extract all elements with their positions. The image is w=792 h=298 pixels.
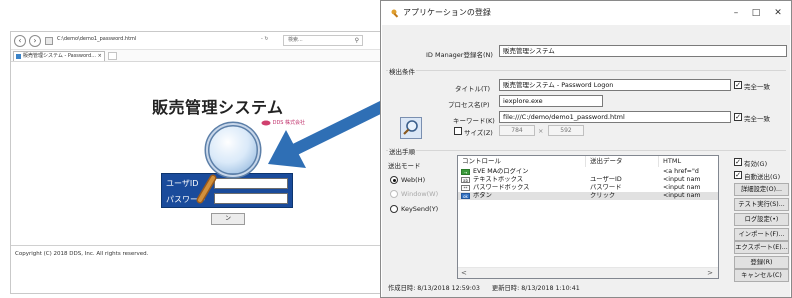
- list-row[interactable]: ** パスワードボックス パスワード <input nam: [458, 184, 718, 192]
- dialog-title: アプリケーションの登録: [403, 8, 491, 17]
- row-data: パスワード: [590, 184, 622, 191]
- procedure-group-title: 送出手順: [388, 146, 416, 156]
- mode-window-label: Window(W): [401, 190, 439, 198]
- browser-tab[interactable]: 販売管理システム - Password... ×: [13, 51, 105, 61]
- horizontal-scrollbar[interactable]: < >: [458, 267, 718, 278]
- button-icon: ok: [461, 193, 470, 199]
- title-exact-match-label: 完全一致: [744, 83, 770, 91]
- auto-send-label: 自動送出(G): [744, 173, 781, 181]
- forward-icon[interactable]: ›: [29, 35, 41, 47]
- page-footer: Copyright (C) 2018 DDS, Inc. All rights …: [11, 245, 381, 257]
- tab-close-icon[interactable]: ×: [98, 53, 102, 59]
- mode-keysend-label: KeySend(Y): [401, 205, 439, 213]
- column-header-data[interactable]: 送出データ: [586, 156, 659, 167]
- row-control: ボタン: [473, 192, 492, 199]
- export-button[interactable]: エクスポート(E)...: [734, 241, 789, 254]
- enabled-checkbox[interactable]: ✓: [734, 158, 742, 166]
- keyword-field[interactable]: file:///C:/demo/demo1_password.html: [499, 111, 731, 123]
- process-field[interactable]: iexplore.exe: [499, 95, 603, 107]
- title-exact-match-checkbox[interactable]: ✓: [734, 81, 742, 89]
- list-row[interactable]: ab テキストボックス ユーザーID <input nam: [458, 176, 718, 184]
- mode-web-label: Web(H): [401, 176, 426, 184]
- row-control: パスワードボックス: [473, 184, 530, 191]
- detection-group-title: 検出条件: [388, 66, 416, 76]
- test-run-button[interactable]: テスト実行(S)...: [734, 198, 789, 211]
- column-header-control[interactable]: コントロール: [458, 156, 586, 167]
- search-icon[interactable]: ⚲: [355, 36, 359, 45]
- password-box-icon: **: [461, 185, 470, 191]
- dialog-titlebar: アプリケーションの登録 – □ ✕: [381, 1, 791, 25]
- column-header-html[interactable]: HTML: [659, 156, 718, 167]
- import-button[interactable]: インポート(F)...: [734, 228, 789, 241]
- magnifier-icon: [196, 121, 262, 204]
- keyword-exact-match-label: 完全一致: [744, 115, 770, 123]
- row-data: ユーザーID: [590, 176, 622, 183]
- title-field[interactable]: 販売管理システム - Password Logon: [499, 79, 731, 91]
- magnifier-pick-icon: [403, 120, 418, 135]
- search-input[interactable]: 検索... ⚲: [283, 35, 363, 46]
- search-placeholder: 検索...: [288, 37, 303, 43]
- size-checkbox[interactable]: [454, 127, 462, 135]
- mode-window-radio[interactable]: [390, 190, 398, 198]
- status-bar: 作成日時: 8/13/2018 12:59:03 更新日時: 8/13/2018…: [388, 283, 580, 292]
- browser-toolbar: ‹ › C:\demo\demo1_password.html - ↻ 検索..…: [11, 32, 381, 50]
- link-icon: →: [461, 169, 470, 175]
- keyword-label: キーワード(K): [453, 117, 495, 125]
- row-html: <input nam: [663, 184, 701, 191]
- ie-icon: [16, 54, 21, 59]
- textbox-icon: ab: [461, 177, 470, 183]
- log-settings-button[interactable]: ログ設定(•): [734, 213, 789, 226]
- minimize-button[interactable]: –: [725, 4, 747, 22]
- detection-separator: [386, 70, 786, 71]
- maximize-button[interactable]: □: [745, 4, 767, 22]
- row-control: テキストボックス: [473, 176, 523, 183]
- title-label: タイトル(T): [455, 85, 491, 93]
- send-mode-label: 送出モード: [388, 162, 421, 170]
- browser-tab-bar: 販売管理システム - Password... ×: [11, 50, 381, 62]
- row-html: <input nam: [663, 176, 701, 183]
- app-key-icon: [391, 9, 399, 18]
- cancel-button[interactable]: キャンセル(C): [734, 269, 789, 282]
- row-html: <input nam: [663, 192, 701, 199]
- row-control: EVE MAのログイン: [473, 168, 529, 175]
- row-html: <a href="d: [663, 168, 699, 175]
- scroll-right-icon[interactable]: >: [707, 269, 713, 277]
- register-application-dialog: アプリケーションの登録 – □ ✕ ID Manager登録名(N) 販売管理シ…: [380, 0, 792, 298]
- login-button[interactable]: ン: [211, 213, 245, 225]
- browser-tab-title: 販売管理システム - Password...: [23, 53, 96, 59]
- size-label: サイズ(Z): [464, 129, 493, 137]
- detail-settings-button[interactable]: 詳細設定(O)...: [734, 183, 789, 196]
- registration-name-field[interactable]: 販売管理システム: [499, 45, 787, 57]
- size-height-field[interactable]: 592: [548, 125, 584, 136]
- page-icon: [45, 37, 53, 45]
- size-width-field[interactable]: 784: [499, 125, 535, 136]
- procedure-list[interactable]: コントロール 送出データ HTML → EVE MAのログイン <a href=…: [457, 155, 719, 279]
- updated-timestamp: 更新日時: 8/13/2018 1:10:41: [491, 285, 580, 292]
- list-row-selected[interactable]: ok ボタン クリック <input nam: [458, 192, 718, 200]
- mode-keysend-radio[interactable]: [390, 205, 398, 213]
- enabled-label: 有効(G): [744, 160, 768, 168]
- register-button[interactable]: 登録(R): [734, 256, 789, 269]
- auto-send-checkbox[interactable]: ✓: [734, 171, 742, 179]
- user-id-label: ユーザID: [166, 179, 199, 188]
- size-separator: ×: [538, 127, 544, 135]
- window-picker-button[interactable]: [400, 117, 422, 139]
- process-label: プロセス名(P): [448, 101, 490, 109]
- back-icon[interactable]: ‹: [14, 35, 26, 47]
- created-timestamp: 作成日時: 8/13/2018 12:59:03: [388, 285, 480, 292]
- procedure-separator: [386, 150, 786, 151]
- new-tab-button[interactable]: [108, 52, 117, 60]
- registration-name-label: ID Manager登録名(N): [426, 51, 493, 59]
- mode-web-radio[interactable]: [390, 176, 398, 184]
- keyword-exact-match-checkbox[interactable]: ✓: [734, 113, 742, 121]
- copyright-text: Copyright (C) 2018 DDS, Inc. All rights …: [15, 251, 149, 257]
- row-data: クリック: [590, 192, 616, 199]
- dialog-body: ID Manager登録名(N) 販売管理システム 検出条件 タイトル(T) 販…: [382, 25, 790, 297]
- scroll-left-icon[interactable]: <: [461, 269, 467, 277]
- list-row[interactable]: → EVE MAのログイン <a href="d: [458, 168, 718, 176]
- close-button[interactable]: ✕: [767, 4, 789, 22]
- refresh-icon[interactable]: - ↻: [261, 36, 269, 42]
- address-bar[interactable]: C:\demo\demo1_password.html: [57, 36, 136, 42]
